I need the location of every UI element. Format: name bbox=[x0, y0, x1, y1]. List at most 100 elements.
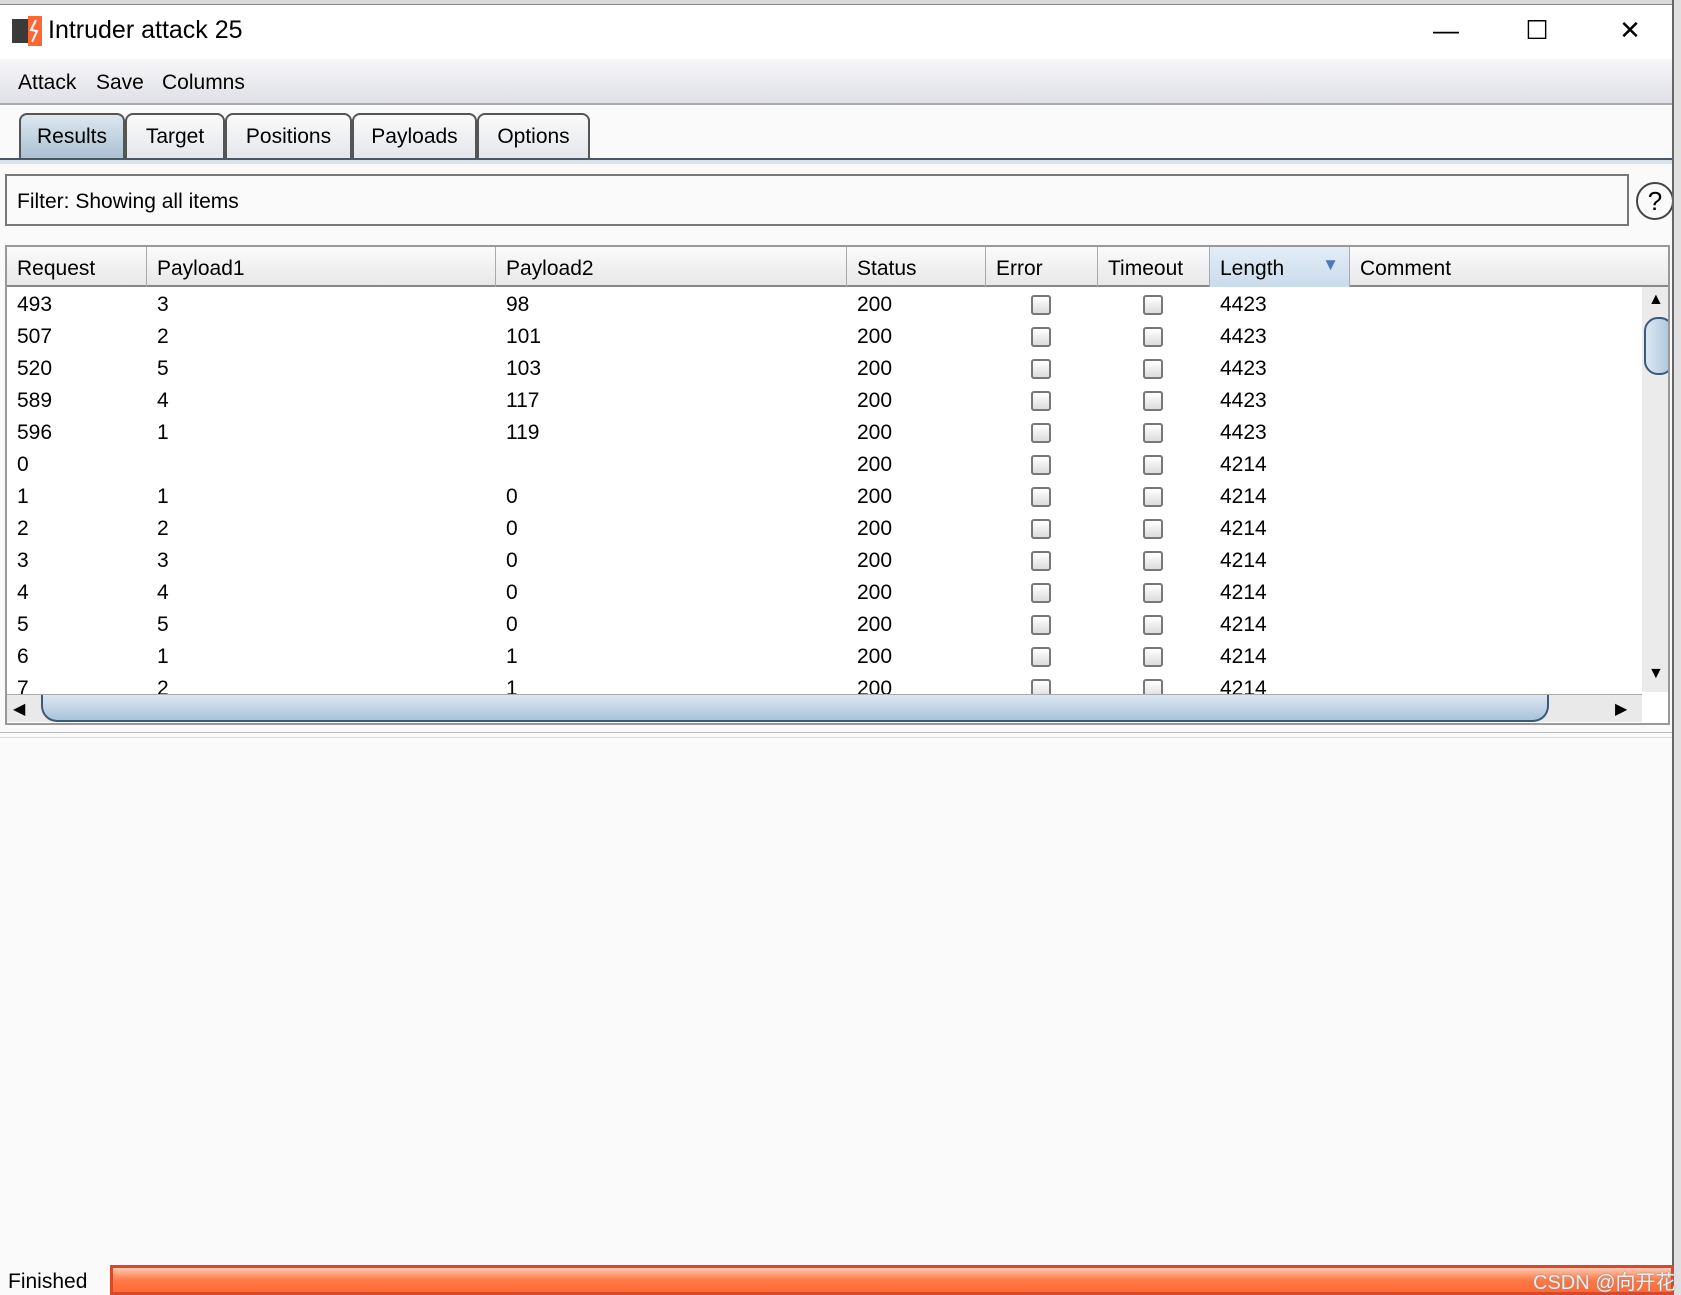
menu-attack[interactable]: Attack bbox=[18, 71, 76, 95]
vertical-scrollbar[interactable]: ▲ ▼ bbox=[1642, 287, 1668, 692]
error-checkbox bbox=[1031, 455, 1051, 475]
timeout-checkbox bbox=[1143, 423, 1163, 443]
burp-logo-icon bbox=[12, 16, 42, 46]
table-row[interactable]: 2 2 0 200 4214 bbox=[7, 513, 1642, 545]
minimize-button[interactable]: — bbox=[1426, 10, 1466, 50]
progress-bar bbox=[110, 1265, 1674, 1295]
table-row[interactable]: 520 5 103 200 4423 bbox=[7, 353, 1642, 385]
table-row[interactable]: 507 2 101 200 4423 bbox=[7, 321, 1642, 353]
error-checkbox bbox=[1031, 487, 1051, 507]
tab-positions[interactable]: Positions bbox=[225, 113, 352, 159]
table-row[interactable]: 4 4 0 200 4214 bbox=[7, 577, 1642, 609]
cell-payload2: 0 bbox=[506, 549, 518, 572]
cell-request: 2 bbox=[17, 517, 29, 540]
table-row[interactable]: 596 1 119 200 4423 bbox=[7, 417, 1642, 449]
table-row[interactable]: 6 1 1 200 4214 bbox=[7, 641, 1642, 673]
column-header-request[interactable]: Request bbox=[7, 247, 147, 287]
cell-length: 4423 bbox=[1220, 357, 1267, 380]
horizontal-scrollbar[interactable]: ◀ ▶ bbox=[7, 694, 1642, 722]
scroll-down-icon[interactable]: ▼ bbox=[1648, 665, 1664, 683]
cell-payload1: 4 bbox=[157, 389, 169, 412]
cell-request: 4 bbox=[17, 581, 29, 604]
cell-payload2: 0 bbox=[506, 581, 518, 604]
cell-payload2: 0 bbox=[506, 485, 518, 508]
timeout-checkbox bbox=[1143, 583, 1163, 603]
split-pane-divider[interactable] bbox=[0, 732, 1672, 738]
cell-payload1: 1 bbox=[157, 485, 169, 508]
table-row[interactable]: 1 1 0 200 4214 bbox=[7, 481, 1642, 513]
cell-length: 4214 bbox=[1220, 485, 1267, 508]
window-title: Intruder attack 25 bbox=[48, 16, 243, 44]
error-checkbox bbox=[1031, 551, 1051, 571]
column-header-length[interactable]: Length ▼ bbox=[1210, 247, 1350, 287]
cell-length: 4214 bbox=[1220, 453, 1267, 476]
table-row[interactable]: 3 3 0 200 4214 bbox=[7, 545, 1642, 577]
column-header-status[interactable]: Status bbox=[847, 247, 986, 287]
scroll-up-icon[interactable]: ▲ bbox=[1648, 291, 1664, 309]
error-checkbox bbox=[1031, 519, 1051, 539]
error-checkbox bbox=[1031, 647, 1051, 667]
cell-length: 4423 bbox=[1220, 389, 1267, 412]
error-checkbox bbox=[1031, 583, 1051, 603]
menu-save[interactable]: Save bbox=[96, 71, 144, 95]
tab-results[interactable]: Results bbox=[19, 113, 125, 159]
column-header-timeout[interactable]: Timeout bbox=[1098, 247, 1210, 287]
column-header-payload2[interactable]: Payload2 bbox=[496, 247, 847, 287]
results-table: Request Payload1 Payload2 Status Error T… bbox=[5, 245, 1670, 725]
cell-status: 200 bbox=[857, 549, 893, 572]
window-border bbox=[1672, 0, 1681, 1295]
scroll-left-icon[interactable]: ◀ bbox=[13, 699, 25, 719]
cell-length: 4214 bbox=[1220, 517, 1267, 540]
menu-bar bbox=[0, 59, 1672, 105]
cell-request: 493 bbox=[17, 293, 53, 316]
cell-payload1: 1 bbox=[157, 645, 169, 668]
cell-status: 200 bbox=[857, 357, 893, 380]
cell-request: 520 bbox=[17, 357, 53, 380]
table-row[interactable]: 5 5 0 200 4214 bbox=[7, 609, 1642, 641]
error-checkbox bbox=[1031, 615, 1051, 635]
scroll-right-icon[interactable]: ▶ bbox=[1615, 699, 1627, 719]
table-row[interactable]: 589 4 117 200 4423 bbox=[7, 385, 1642, 417]
cell-payload2: 119 bbox=[506, 421, 540, 444]
timeout-checkbox bbox=[1143, 391, 1163, 411]
help-icon[interactable]: ? bbox=[1636, 182, 1674, 220]
cell-status: 200 bbox=[857, 613, 893, 636]
table-row[interactable]: 0 200 4214 bbox=[7, 449, 1642, 481]
error-checkbox bbox=[1031, 295, 1051, 315]
column-header-payload1[interactable]: Payload1 bbox=[147, 247, 496, 287]
cell-payload2: 117 bbox=[506, 389, 540, 412]
timeout-checkbox bbox=[1143, 487, 1163, 507]
timeout-checkbox bbox=[1143, 519, 1163, 539]
timeout-checkbox bbox=[1143, 455, 1163, 475]
cell-request: 1 bbox=[17, 485, 29, 508]
cell-payload1: 5 bbox=[157, 357, 169, 380]
cell-payload1: 3 bbox=[157, 549, 169, 572]
cell-payload1: 3 bbox=[157, 293, 169, 316]
cell-status: 200 bbox=[857, 645, 893, 668]
cell-status: 200 bbox=[857, 453, 893, 476]
cell-payload2: 103 bbox=[506, 357, 542, 380]
tab-divider bbox=[0, 158, 1672, 164]
error-checkbox bbox=[1031, 423, 1051, 443]
vertical-scroll-thumb[interactable] bbox=[1644, 317, 1668, 375]
cell-length: 4214 bbox=[1220, 581, 1267, 604]
column-header-length-label: Length bbox=[1220, 257, 1285, 280]
filter-bar[interactable]: Filter: Showing all items bbox=[5, 174, 1629, 226]
error-checkbox bbox=[1031, 391, 1051, 411]
column-header-error[interactable]: Error bbox=[986, 247, 1098, 287]
close-button[interactable]: ✕ bbox=[1610, 10, 1650, 50]
horizontal-scroll-thumb[interactable] bbox=[41, 695, 1549, 722]
table-row[interactable]: 493 3 98 200 4423 bbox=[7, 289, 1642, 321]
cell-length: 4214 bbox=[1220, 549, 1267, 572]
cell-request: 589 bbox=[17, 389, 53, 412]
maximize-button[interactable]: ☐ bbox=[1517, 10, 1557, 50]
timeout-checkbox bbox=[1143, 295, 1163, 315]
cell-status: 200 bbox=[857, 325, 893, 348]
cell-length: 4423 bbox=[1220, 421, 1267, 444]
menu-columns[interactable]: Columns bbox=[162, 71, 245, 95]
tab-payloads[interactable]: Payloads bbox=[352, 113, 477, 159]
tab-options[interactable]: Options bbox=[477, 113, 590, 159]
tab-target[interactable]: Target bbox=[125, 113, 225, 159]
column-header-comment[interactable]: Comment bbox=[1350, 247, 1668, 287]
cell-status: 200 bbox=[857, 389, 893, 412]
